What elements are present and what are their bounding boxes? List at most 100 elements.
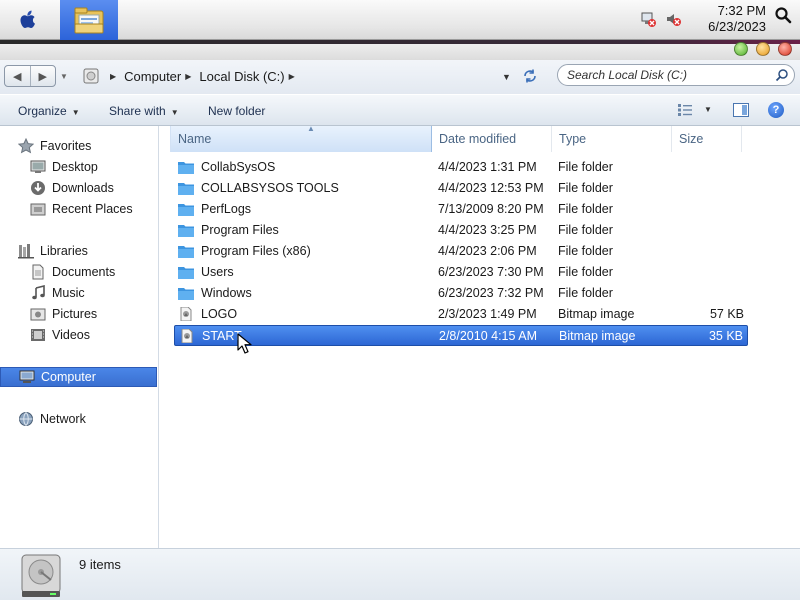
file-name-cell: CollabSysOS <box>178 160 275 174</box>
new-folder-button[interactable]: New folder <box>208 104 265 118</box>
forward-button[interactable]: ▶ <box>29 66 56 86</box>
breadcrumb-separator-icon[interactable]: ▶ <box>289 72 295 81</box>
file-type: File folder <box>558 223 613 237</box>
file-row[interactable]: LOGO 2/3/2023 1:49 PM Bitmap image 57 KB <box>174 304 748 325</box>
forward-arrow-icon: ▶ <box>38 70 47 83</box>
desktop-icon <box>30 160 46 173</box>
breadcrumb-computer[interactable]: Computer <box>124 69 181 84</box>
libraries-icon <box>18 244 34 259</box>
search-placeholder: Search Local Disk (C:) <box>567 68 688 82</box>
share-with-label: Share with <box>109 104 166 118</box>
dock-file-explorer[interactable] <box>60 0 118 40</box>
network-status-icon[interactable] <box>640 10 658 28</box>
spotlight-search-icon[interactable] <box>774 6 792 24</box>
file-name: Windows <box>201 286 252 300</box>
window-titlebar[interactable] <box>0 44 800 60</box>
share-with-menu[interactable]: Share with ▼ <box>109 104 179 118</box>
clock[interactable]: 7:32 PM 6/23/2023 <box>708 3 766 35</box>
column-header-date[interactable]: Date modified <box>432 126 552 152</box>
file-date: 6/23/2023 7:32 PM <box>438 286 544 300</box>
status-bar: 9 items <box>0 548 800 600</box>
nav-libraries[interactable]: Libraries <box>18 241 175 261</box>
nav-favorites-label: Favorites <box>40 139 92 153</box>
new-folder-label: New folder <box>208 104 266 118</box>
file-name: COLLABSYSOS TOOLS <box>201 181 339 195</box>
file-row[interactable]: COLLABSYSOS TOOLS 4/4/2023 12:53 PM File f… <box>174 178 748 199</box>
nav-recent-places-label: Recent Places <box>52 202 133 216</box>
nav-libraries-label: Libraries <box>40 244 88 258</box>
volume-muted-icon[interactable] <box>664 10 682 28</box>
preview-pane-icon[interactable] <box>733 103 749 117</box>
nav-computer-label: Computer <box>41 370 96 384</box>
file-type: Bitmap image <box>558 307 635 321</box>
file-row[interactable]: CollabSysOS 4/4/2023 1:31 PM File folder <box>174 157 748 178</box>
file-name-cell: Windows <box>178 286 252 300</box>
breadcrumb-separator-icon[interactable]: ▶ <box>185 72 191 81</box>
file-row[interactable]: START 2/8/2010 4:15 AM Bitmap image 35 KB <box>174 325 748 346</box>
search-icon[interactable] <box>775 68 789 82</box>
refresh-icon[interactable] <box>522 68 538 84</box>
file-name-cell: LOGO <box>178 307 237 321</box>
address-history-dropdown-icon[interactable]: ▼ <box>502 72 511 82</box>
file-row[interactable]: Program Files (x86) 4/4/2023 2:06 PM File … <box>174 241 748 262</box>
help-icon[interactable]: ? <box>768 102 784 118</box>
breadcrumb-local-disk[interactable]: Local Disk (C:) <box>199 69 284 84</box>
maximize-button[interactable] <box>734 42 748 56</box>
column-header-size[interactable]: Size <box>672 126 742 152</box>
recent-pages-dropdown-icon[interactable]: ▼ <box>60 72 68 81</box>
folder-icon <box>178 246 194 258</box>
file-type: Bitmap image <box>559 329 636 343</box>
file-name-cell: Program Files <box>178 223 279 237</box>
file-type: File folder <box>558 202 613 216</box>
breadcrumb[interactable]: ▶ Computer ▶ Local Disk (C:) ▶ <box>78 65 496 87</box>
file-name: START <box>202 329 242 343</box>
file-date: 7/13/2009 8:20 PM <box>438 202 544 216</box>
file-row[interactable]: Program Files 4/4/2023 3:25 PM File folder <box>174 220 748 241</box>
downloads-icon <box>31 181 45 195</box>
chevron-down-icon: ▼ <box>170 108 179 117</box>
nav-buttons: ◀ ▶ <box>4 65 56 87</box>
sort-ascending-icon: ▲ <box>307 124 315 133</box>
close-button[interactable] <box>778 42 792 56</box>
view-options-icon[interactable] <box>678 104 692 116</box>
apple-icon[interactable] <box>17 8 39 30</box>
top-menubar: 7:32 PM 6/23/2023 <box>0 0 800 40</box>
file-row[interactable]: PerfLogs 7/13/2009 8:20 PM File folder <box>174 199 748 220</box>
file-date: 4/4/2023 2:06 PM <box>438 244 537 258</box>
search-input[interactable]: Search Local Disk (C:) <box>557 64 795 86</box>
nav-computer[interactable]: Computer <box>0 367 157 387</box>
file-list: ▲ Name Date modified Type Size CollabSys… <box>160 124 800 548</box>
file-type: File folder <box>558 265 613 279</box>
chevron-down-icon: ▼ <box>71 108 80 117</box>
file-name: Users <box>201 265 234 279</box>
nav-favorites[interactable]: Favorites <box>18 136 175 156</box>
file-row[interactable]: Users 6/23/2023 7:30 PM File folder <box>174 262 748 283</box>
file-size: 35 KB <box>708 329 743 343</box>
command-bar: Organize ▼ Share with ▼ New folder ▼ ? <box>0 95 800 126</box>
nav-downloads-label: Downloads <box>52 181 114 195</box>
nav-desktop-label: Desktop <box>52 160 98 174</box>
organize-menu[interactable]: Organize ▼ <box>18 104 80 118</box>
minimize-button[interactable] <box>756 42 770 56</box>
nav-pictures-label: Pictures <box>52 307 98 321</box>
file-date: 4/4/2023 12:53 PM <box>438 181 544 195</box>
file-name-cell: START <box>179 329 242 343</box>
recent-places-icon <box>30 203 46 216</box>
file-name: Program Files (x86) <box>201 244 311 258</box>
column-header-name[interactable]: ▲ Name <box>170 124 432 152</box>
file-name-cell: PerfLogs <box>178 202 251 216</box>
nav-network[interactable]: Network <box>18 409 175 429</box>
file-row[interactable]: Windows 6/23/2023 7:32 PM File folder <box>174 283 748 304</box>
back-button[interactable]: ◀ <box>5 66 30 86</box>
nav-network-label: Network <box>40 412 86 426</box>
file-type: File folder <box>558 286 613 300</box>
computer-drive-icon <box>83 68 99 84</box>
breadcrumb-separator-icon[interactable]: ▶ <box>110 72 116 81</box>
view-dropdown-icon[interactable]: ▼ <box>704 105 712 114</box>
documents-icon <box>32 264 44 280</box>
file-type: File folder <box>558 181 613 195</box>
nav-videos-label: Videos <box>52 328 90 342</box>
videos-icon <box>31 329 45 341</box>
nav-music-label: Music <box>52 286 85 300</box>
column-header-type[interactable]: Type <box>552 126 672 152</box>
